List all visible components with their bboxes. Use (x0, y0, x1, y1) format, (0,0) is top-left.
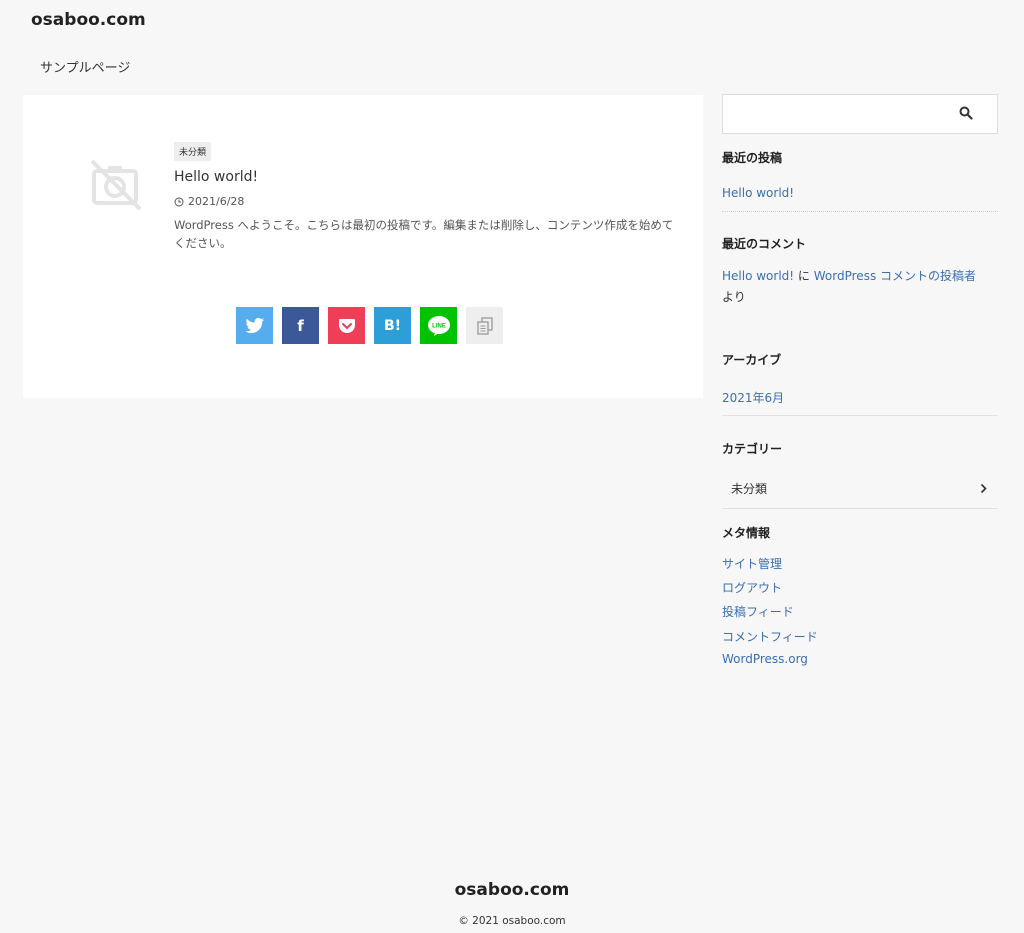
post-date-text: 2021/6/28 (188, 195, 245, 208)
meta-link-entries-feed[interactable]: 投稿フィード (722, 603, 794, 620)
meta-link-wordpress-org[interactable]: WordPress.org (722, 652, 808, 666)
clock-icon (174, 197, 184, 206)
post-excerpt: WordPress へようこそ。こちらは最初の投稿です。編集または削除し、コンテ… (174, 218, 674, 250)
meta-title: メタ情報 (722, 526, 771, 540)
line-share-button[interactable]: LINE (420, 307, 457, 344)
comment-post-link[interactable]: Hello world! (722, 269, 794, 283)
divider (722, 508, 998, 509)
recent-comments-title: 最近のコメント (722, 237, 807, 251)
post-card: 未分類 Hello world! 2021/6/28 WordPress へよう… (23, 95, 703, 398)
search-field[interactable] (722, 94, 998, 134)
divider (722, 211, 998, 212)
sidebar: 最近の投稿 Hello world! 最近のコメント Hello world! … (722, 94, 998, 666)
comment-suffix: より (722, 290, 746, 304)
nav-item-sample-page[interactable]: サンプルページ (40, 57, 130, 76)
comment-connector: に (797, 269, 810, 283)
site-title[interactable]: osaboo.com (31, 10, 146, 30)
line-icon: LINE (427, 315, 450, 336)
pocket-icon (338, 318, 355, 333)
twitter-icon (244, 317, 264, 333)
no-image-icon[interactable] (88, 159, 142, 213)
meta-link-site-admin[interactable]: サイト管理 (722, 555, 782, 572)
footer-site-title[interactable]: osaboo.com (0, 880, 1024, 900)
line-icon-text: LINE (432, 323, 446, 329)
pocket-share-button[interactable] (328, 307, 365, 344)
archives-title: アーカイブ (722, 353, 782, 367)
meta-link-comments-feed[interactable]: コメントフィード (722, 628, 818, 645)
category-badge[interactable]: 未分類 (174, 142, 212, 161)
footer-copyright: © 2021 osaboo.com (458, 915, 566, 927)
facebook-share-button[interactable]: f (282, 307, 319, 344)
facebook-icon: f (297, 316, 304, 335)
post-title[interactable]: Hello world! (174, 169, 258, 185)
recent-posts-title: 最近の投稿 (722, 151, 783, 165)
search-input[interactable] (731, 103, 945, 125)
search-icon[interactable] (959, 106, 973, 120)
share-buttons: f B! LINE (236, 307, 503, 344)
copy-url-button[interactable] (466, 307, 503, 344)
twitter-share-button[interactable] (236, 307, 273, 344)
comment-author-link[interactable]: WordPress コメントの投稿者 (814, 269, 976, 283)
divider (722, 415, 998, 416)
categories-title: カテゴリー (722, 442, 783, 456)
recent-post-link[interactable]: Hello world! (722, 186, 794, 200)
hatena-icon: B! (383, 317, 402, 334)
chevron-right-icon[interactable] (980, 483, 987, 494)
recent-comment-item: Hello world! に WordPress コメントの投稿者 より (722, 266, 998, 308)
copy-icon (476, 316, 493, 335)
category-item-label[interactable]: 未分類 (731, 480, 767, 497)
archive-link[interactable]: 2021年6月 (722, 389, 784, 406)
post-date: 2021/6/28 (174, 195, 244, 208)
hatena-share-button[interactable]: B! (374, 307, 411, 344)
meta-link-logout[interactable]: ログアウト (722, 579, 782, 596)
